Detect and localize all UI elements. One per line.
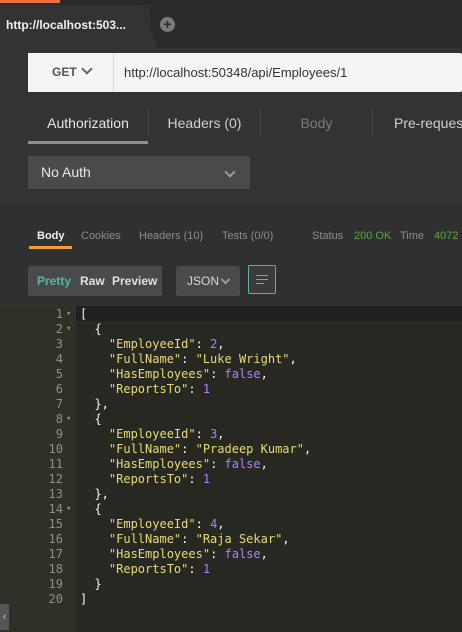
chevron-down-icon xyxy=(220,274,231,285)
line-number: 20 xyxy=(48,592,63,606)
code-text: "EmployeeId": 2, xyxy=(108,337,225,351)
method-label: GET xyxy=(52,65,77,79)
line-number: 3 xyxy=(55,337,63,351)
code-area: 1 ▾[2 ▾ {3 "EmployeeId": 2, 4 "FullName": "… xyxy=(0,306,462,632)
line-number: 9 xyxy=(55,427,63,441)
line-number: 10 xyxy=(48,442,63,456)
request-tab-title: http://localhost:503... xyxy=(6,18,127,32)
line-number: 15 xyxy=(48,517,63,531)
tab-pre-request-label: Pre-request xyxy=(394,115,462,131)
line-number: 14 xyxy=(48,502,63,516)
code-text: }, xyxy=(80,397,109,411)
line-number: 11 xyxy=(48,457,63,471)
status-label: Status xyxy=(312,230,344,242)
line-number: 13 xyxy=(48,487,63,501)
chevron-left-icon[interactable]: ‹ xyxy=(0,604,9,630)
tab-headers-label: Headers (0) xyxy=(167,115,242,131)
code-text: "FullName": "Pradeep Kumar", xyxy=(108,442,312,456)
time-label: Time xyxy=(400,230,425,242)
code-text: { xyxy=(80,322,102,336)
response-tab-tests[interactable]: Tests (0/0) xyxy=(222,226,273,246)
time-value: 4072 xyxy=(434,230,459,242)
line-number: 1 xyxy=(55,307,63,321)
auth-type-label: No Auth xyxy=(41,164,91,180)
code-text: }, xyxy=(80,487,109,501)
url-bar: GET xyxy=(28,53,462,92)
code-text: "EmployeeId": 4, xyxy=(108,517,225,531)
line-number: 7 xyxy=(55,397,63,411)
chevron-down-icon xyxy=(224,166,236,178)
line-number: 5 xyxy=(55,367,63,381)
tab-authorization-label: Authorization xyxy=(47,115,129,131)
line-number: 4 xyxy=(55,352,63,366)
line-number: 19 xyxy=(48,577,63,591)
wrap-lines-icon[interactable] xyxy=(248,265,276,294)
response-tab-headers-label: Headers (10) xyxy=(139,230,204,242)
fold-arrow-icon[interactable]: ▾ xyxy=(66,502,71,517)
tab-authorization[interactable]: Authorization xyxy=(28,103,148,143)
code-text: { xyxy=(80,502,102,516)
line-number: 2 xyxy=(55,322,63,336)
code-text: [ xyxy=(80,307,88,321)
response-tab-tests-label: Tests (0/0) xyxy=(222,230,274,242)
request-tab[interactable]: http://localhost:503... xyxy=(0,5,150,48)
code-text: "EmployeeId": 3, xyxy=(108,427,225,441)
language-select[interactable]: JSON xyxy=(176,266,240,296)
code-text: } xyxy=(80,577,102,591)
fold-arrow-icon[interactable]: ▾ xyxy=(66,322,71,337)
status-value: 200 OK xyxy=(354,230,392,242)
code-text: "ReportsTo": 1 xyxy=(108,472,211,486)
tab-body[interactable]: Body xyxy=(261,103,372,143)
response-tab-body[interactable]: Body xyxy=(37,226,65,246)
auth-type-select[interactable]: No Auth xyxy=(28,156,250,189)
tab-headers[interactable]: Headers (0) xyxy=(149,103,260,143)
fold-arrow-icon[interactable]: ▾ xyxy=(66,412,71,427)
code-text: "ReportsTo": 1 xyxy=(108,382,211,396)
line-number: 6 xyxy=(55,382,63,396)
response-tab-cookies-label: Cookies xyxy=(81,230,121,242)
format-toggle-group: Pretty Raw Preview xyxy=(28,266,162,296)
code-text: "HasEmployees": false, xyxy=(108,457,268,471)
code-text: "ReportsTo": 1 xyxy=(108,562,211,576)
code-text: { xyxy=(80,412,102,426)
raw-button[interactable]: Raw xyxy=(80,266,105,296)
method-select[interactable]: GET xyxy=(28,53,114,92)
code-text: "HasEmployees": false, xyxy=(108,367,268,381)
line-number: 16 xyxy=(48,532,63,546)
pretty-button[interactable]: Pretty xyxy=(37,266,71,296)
plus-icon[interactable]: + xyxy=(160,17,175,32)
active-tab-indicator xyxy=(0,0,60,3)
response-tab-cookies[interactable]: Cookies xyxy=(81,226,121,246)
active-tab-underline xyxy=(28,141,148,144)
code-text: "HasEmployees": false, xyxy=(108,547,268,561)
line-number: 17 xyxy=(48,547,63,561)
language-label: JSON xyxy=(187,274,220,288)
line-number: 8 xyxy=(55,412,63,426)
code-text: "FullName": "Luke Wright", xyxy=(108,352,297,366)
line-number: 12 xyxy=(48,472,63,486)
response-tab-headers[interactable]: Headers (10) xyxy=(139,226,203,246)
response-tab-body-label: Body xyxy=(37,230,65,242)
tab-pre-request[interactable]: Pre-request xyxy=(373,103,462,143)
response-tab-underline xyxy=(29,246,72,249)
code-text: ] xyxy=(80,592,88,606)
fold-arrow-icon[interactable]: ▾ xyxy=(66,307,71,322)
line-number: 18 xyxy=(48,562,63,576)
chevron-down-icon xyxy=(81,63,93,75)
tab-body-label: Body xyxy=(300,115,333,131)
preview-button[interactable]: Preview xyxy=(112,266,157,296)
code-text: "FullName": "Raja Sekar", xyxy=(108,532,290,546)
url-input[interactable] xyxy=(124,53,454,92)
